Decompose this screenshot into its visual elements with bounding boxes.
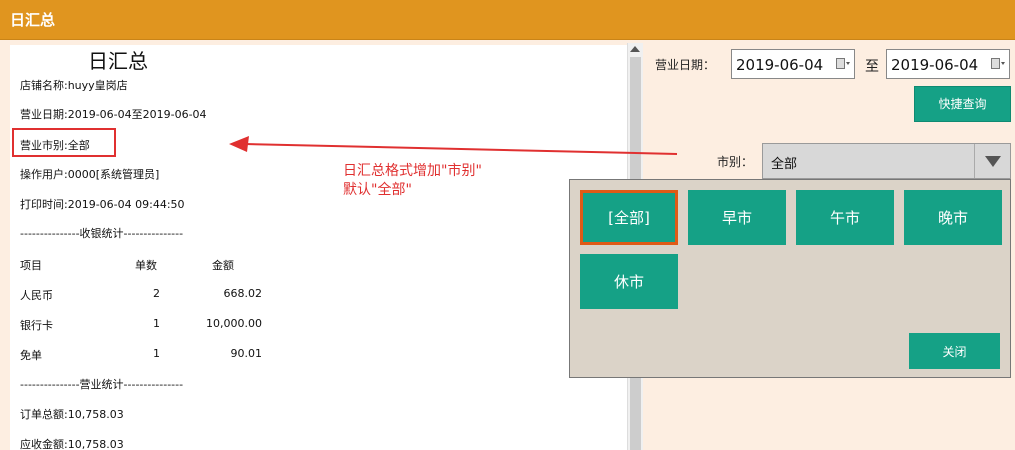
window-title: 日汇总 — [10, 11, 56, 29]
market-option-all[interactable]: [全部] — [580, 190, 678, 245]
market-highlight-box — [12, 128, 116, 157]
operator: 操作用户:0000[系统管理员] — [20, 168, 160, 181]
row-item: 银行卡 — [20, 319, 53, 332]
receipt-title: 日汇总 — [88, 49, 148, 73]
market-option-closed[interactable]: 休市 — [580, 254, 678, 309]
row-item: 免单 — [20, 349, 42, 362]
row-amount: 90.01 — [230, 347, 263, 360]
to-label: 至 — [865, 59, 879, 75]
business-date-label: 营业日期： — [655, 58, 716, 72]
row-amount: 668.02 — [223, 287, 263, 300]
end-date-picker[interactable]: 2019-06-04 — [886, 49, 1010, 79]
header-count: 单数 — [135, 259, 157, 272]
print-time: 打印时间:2019-06-04 09:44:50 — [20, 198, 185, 211]
market-select-value: 全部 — [771, 157, 798, 172]
order-total: 订单总额:10,758.03 — [20, 408, 124, 421]
start-date-value: 2019-06-04 — [736, 56, 824, 74]
row-amount: 10,000.00 — [206, 317, 262, 330]
market-select[interactable]: 全部 — [762, 143, 1011, 179]
start-date-picker[interactable]: 2019-06-04 — [731, 49, 855, 79]
title-bar: 日汇总 — [0, 0, 1015, 40]
market-option-noon[interactable]: 午市 — [796, 190, 894, 245]
row-count: 1 — [153, 347, 160, 360]
receipt-preview: 日汇总 店铺名称:huyy皇岗店 营业日期:2019-06-04至2019-06… — [10, 45, 627, 450]
market-options-popup: [全部] 早市 午市 晚市 休市 关闭 — [569, 179, 1011, 378]
scroll-up-arrow-icon[interactable] — [630, 46, 640, 52]
calendar-dropdown-icon[interactable] — [836, 58, 850, 70]
end-date-value: 2019-06-04 — [891, 56, 979, 74]
annotation-note: 日汇总格式增加"市别" 默认"全部" — [343, 163, 482, 198]
business-stats-separator: ---------------营业统计--------------- — [20, 378, 184, 391]
business-date: 营业日期:2019-06-04至2019-06-04 — [20, 108, 207, 121]
receivable-amount: 应收金额:10,758.03 — [20, 438, 124, 450]
store-name: 店铺名称:huyy皇岗店 — [20, 79, 128, 92]
quick-query-button[interactable]: 快捷查询 — [914, 86, 1011, 122]
calendar-dropdown-icon[interactable] — [991, 58, 1005, 70]
row-count: 1 — [153, 317, 160, 330]
row-item: 人民币 — [20, 289, 53, 302]
market-label: 市别： — [717, 155, 754, 169]
market-option-morning[interactable]: 早市 — [688, 190, 786, 245]
header-amount: 金额 — [212, 259, 234, 272]
row-count: 2 — [153, 287, 160, 300]
chevron-down-icon[interactable] — [974, 144, 1010, 178]
cashier-stats-separator: ---------------收银统计--------------- — [20, 227, 184, 240]
close-button[interactable]: 关闭 — [909, 333, 1000, 369]
market-option-evening[interactable]: 晚市 — [904, 190, 1002, 245]
header-item: 项目 — [20, 259, 42, 272]
